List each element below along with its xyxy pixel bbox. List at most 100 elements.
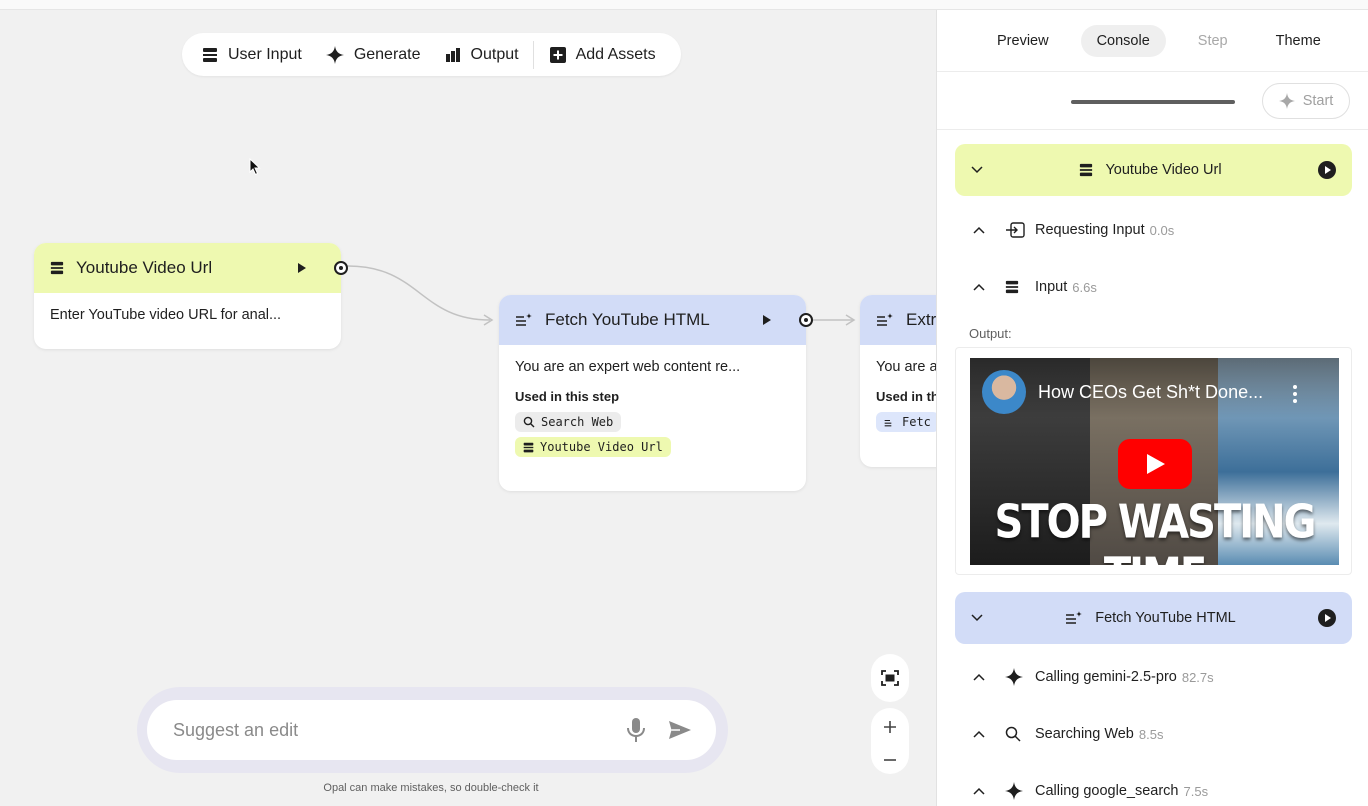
node-header[interactable]: Fetch YouTube HTML: [499, 295, 806, 345]
user-input-button[interactable]: User Input: [202, 46, 302, 64]
log-row[interactable]: Calling gemini-2.5-pro 82.7s: [973, 665, 1214, 689]
youtube-play-icon[interactable]: [1118, 439, 1192, 489]
node-prompt-preview: You are an expert web content re...: [515, 359, 741, 375]
run-step-icon[interactable]: [1318, 609, 1336, 627]
node-youtube-video-url[interactable]: Youtube Video Url Enter YouTube video UR…: [34, 243, 341, 349]
suggest-edit-input[interactable]: [173, 719, 626, 741]
output-container: How CEOs Get Sh*t Done... STOP WASTING T…: [955, 347, 1352, 575]
output-port[interactable]: [334, 261, 348, 275]
input-chip-fetch[interactable]: Fetc: [876, 412, 936, 432]
generate-label: Generate: [353, 45, 421, 63]
zoom-out-icon[interactable]: [883, 758, 897, 762]
node-title: Fetch YouTube HTML: [545, 310, 710, 329]
log-row[interactable]: Calling google_search 7.5s: [973, 779, 1208, 803]
output-icon: [445, 47, 460, 62]
generate-text-icon: [884, 419, 892, 426]
send-icon[interactable]: [668, 720, 692, 740]
user-input-label: User Input: [228, 45, 302, 63]
sparkle-icon: [1005, 782, 1023, 800]
log-time: 7.5s: [1183, 783, 1209, 799]
input-chip-youtube-video-url[interactable]: Youtube Video Url: [515, 437, 671, 457]
add-assets-label: Add Assets: [575, 45, 656, 63]
node-title: Extr: [906, 310, 936, 329]
chip-label: Search Web: [541, 415, 614, 429]
user-input-icon: [1080, 163, 1093, 177]
generate-text-icon: [877, 313, 893, 326]
tab-preview[interactable]: Preview: [981, 25, 1065, 57]
start-label: Start: [1302, 93, 1334, 109]
toolbar-divider: [532, 40, 534, 69]
log-label: Calling google_search: [1035, 783, 1179, 799]
node-toolbar: User Input Generate Output Add Assets: [182, 33, 681, 76]
console-step-youtube-video-url[interactable]: Youtube Video Url: [955, 144, 1352, 196]
log-row[interactable]: Searching Web 8.5s: [973, 722, 1163, 746]
output-label: Output: [470, 45, 519, 63]
chip-label: Fetc: [902, 415, 931, 429]
log-row[interactable]: Requesting Input 0.0s: [973, 218, 1174, 242]
log-label: Input: [1035, 279, 1068, 295]
microphone-icon[interactable]: [626, 717, 646, 743]
node-extract[interactable]: Extr You are a Used in th Fetc: [860, 295, 936, 467]
chevron-up-icon[interactable]: [973, 787, 985, 795]
log-time: 0.0s: [1149, 222, 1175, 238]
output-label: Output:: [969, 326, 1012, 341]
log-label: Calling gemini-2.5-pro: [1035, 669, 1177, 685]
channel-avatar[interactable]: [982, 370, 1026, 414]
edge-url-to-fetch: [347, 265, 491, 321]
node-header[interactable]: Extr: [860, 295, 936, 345]
log-time: 6.6s: [1072, 279, 1097, 295]
more-vert-icon[interactable]: [1292, 384, 1298, 404]
chevron-up-icon[interactable]: [973, 673, 985, 681]
chevron-down-icon[interactable]: [971, 166, 983, 174]
chevron-up-icon[interactable]: [973, 730, 985, 738]
add-assets-button[interactable]: Add Assets: [549, 45, 656, 64]
tab-step[interactable]: Step: [1182, 25, 1244, 57]
start-button[interactable]: Start: [1262, 83, 1350, 119]
run-node-icon[interactable]: [297, 262, 307, 274]
chevron-down-icon[interactable]: [971, 614, 983, 622]
run-step-icon[interactable]: [1318, 161, 1336, 179]
log-time: 82.7s: [1181, 669, 1214, 685]
user-input-icon: [523, 442, 534, 452]
generate-button[interactable]: Generate: [325, 45, 421, 64]
node-header[interactable]: Youtube Video Url: [34, 243, 341, 293]
tab-theme[interactable]: Theme: [1260, 25, 1337, 57]
sparkle-icon: [325, 45, 344, 64]
step-title-text: Fetch YouTube HTML: [1095, 610, 1236, 626]
node-title: Youtube Video Url: [76, 258, 213, 277]
console-step-fetch-youtube-html[interactable]: Fetch YouTube HTML: [955, 592, 1352, 644]
chevron-up-icon[interactable]: [973, 283, 985, 291]
suggest-edit-bar: [147, 700, 716, 760]
top-strip: [0, 0, 1368, 10]
tool-chip-search-web[interactable]: Search Web: [515, 412, 622, 432]
generate-text-icon: [1066, 611, 1083, 624]
step-title: Fetch YouTube HTML: [983, 610, 1318, 626]
add-box-icon: [549, 46, 566, 63]
youtube-video-embed[interactable]: How CEOs Get Sh*t Done... STOP WASTING T…: [970, 358, 1339, 565]
side-panel: Preview Console Step Theme Start Youtube…: [936, 10, 1368, 806]
fit-to-screen-button[interactable]: [871, 654, 909, 702]
suggest-edit-container: [137, 687, 728, 773]
log-label: Searching Web: [1035, 726, 1134, 742]
thumbnail-caption: STOP WASTING TIME: [994, 496, 1317, 565]
log-time: 8.5s: [1138, 726, 1164, 742]
output-port[interactable]: [799, 313, 813, 327]
tab-console[interactable]: Console: [1080, 24, 1166, 57]
node-fetch-youtube-html[interactable]: Fetch YouTube HTML You are an expert web…: [499, 295, 806, 491]
log-row[interactable]: Input 6.6s: [973, 275, 1097, 299]
node-body: Enter YouTube video URL for anal...: [34, 293, 341, 337]
run-controls: Start: [937, 72, 1368, 130]
disclaimer-text: Opal can make mistakes, so double-check …: [323, 782, 539, 794]
mouse-cursor-icon: [249, 158, 261, 176]
log-label: Requesting Input: [1035, 222, 1145, 238]
zoom-controls: [871, 708, 909, 774]
video-title[interactable]: How CEOs Get Sh*t Done...: [1038, 382, 1263, 403]
node-prompt-preview: You are a: [876, 359, 936, 375]
panel-tabs: Preview Console Step Theme: [937, 10, 1368, 72]
zoom-in-icon[interactable]: [883, 720, 897, 734]
output-button[interactable]: Output: [445, 46, 519, 64]
chevron-up-icon[interactable]: [973, 226, 985, 234]
run-node-icon[interactable]: [762, 314, 772, 326]
search-icon: [1005, 726, 1021, 742]
flow-canvas[interactable]: User Input Generate Output Add Assets Yo…: [0, 10, 936, 806]
